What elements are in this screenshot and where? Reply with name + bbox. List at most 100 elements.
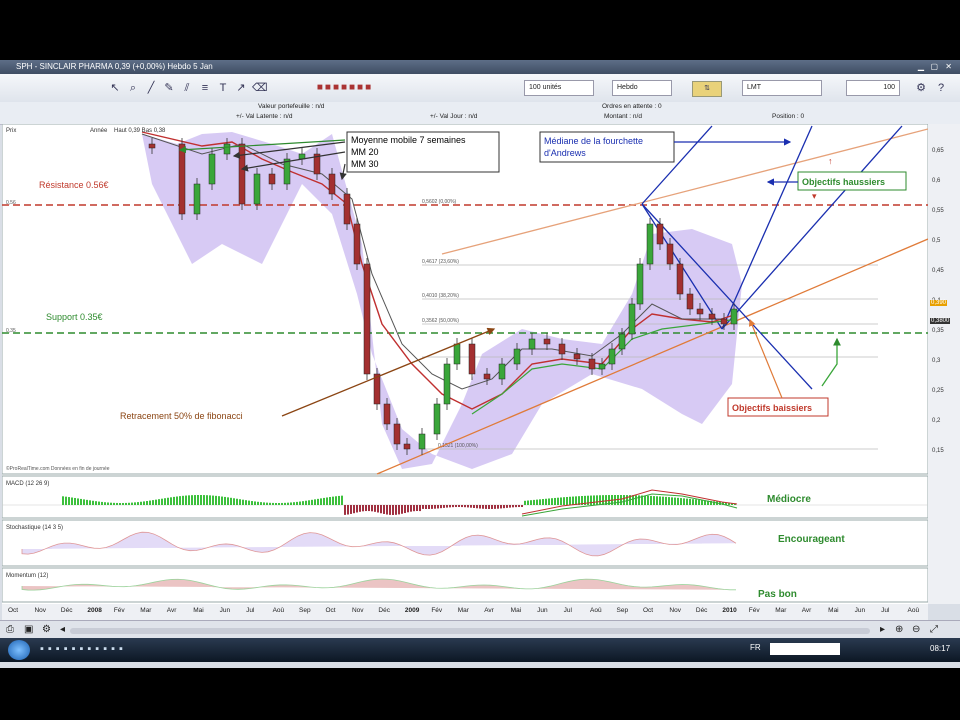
settings-icon[interactable]: ⚙ [914, 81, 928, 95]
time-axis-tick: 2008 [87, 607, 102, 614]
period-select[interactable]: Hebdo [612, 80, 672, 96]
candle-body [193, 183, 201, 215]
chart-area[interactable]: 0,5602 (0,00%) 0,4617 (23,60%) 0,4010 (3… [1, 123, 929, 604]
price-axis-tick: 0,55 [932, 208, 944, 214]
eraser-icon[interactable]: ⌫ [252, 81, 268, 95]
macd-bar [278, 502, 280, 505]
quick-launch-icons[interactable]: ▪▪▪▪▪▪▪▪▪▪▪ [40, 643, 250, 657]
order-type-select[interactable]: LMT [742, 80, 822, 96]
price-period-tag: Année [90, 128, 108, 134]
macd-bar [161, 498, 163, 505]
pencil-icon[interactable]: ✎ [162, 81, 176, 95]
quantity-select[interactable]: 100 unités [524, 80, 594, 96]
macd-bar [416, 505, 418, 512]
time-axis-tick: Nov [669, 607, 681, 614]
candle-body [513, 348, 521, 365]
ma-legend-line2: MM 20 [351, 147, 379, 157]
macd-bar [167, 497, 169, 505]
macd-bar [179, 496, 181, 505]
help-icon[interactable]: ? [934, 81, 948, 95]
macd-bar [80, 498, 82, 505]
macd-bar [263, 502, 265, 505]
macd-bar [98, 501, 100, 505]
macd-bar [566, 496, 568, 505]
price-axis-tick: 0,35 [932, 328, 944, 334]
channel-tool-icon[interactable]: ⫽ [180, 81, 194, 95]
macd-bar [443, 505, 445, 508]
macd-bar [503, 505, 505, 509]
macd-bar [500, 505, 502, 509]
stochastic-comment: Encourageant [778, 534, 845, 545]
target-down-marker: ▾ [812, 191, 817, 201]
chart-svg[interactable]: 0,5602 (0,00%) 0,4617 (23,60%) 0,4010 (3… [1, 123, 929, 604]
chart-settings-icon[interactable]: ⚙ [42, 624, 51, 635]
scroll-right-icon[interactable]: ▸ [880, 624, 885, 635]
macd-bar [158, 499, 160, 505]
candle-body [528, 338, 536, 350]
zoom-out-icon[interactable]: ⊖ [912, 624, 920, 635]
macd-bar [206, 495, 208, 505]
macd-bar [458, 505, 460, 508]
macd-bar [464, 505, 466, 508]
fibonacci-tool-icon[interactable]: ≡ [198, 81, 212, 95]
macd-bar [437, 505, 439, 509]
fib-label-3: 0,3562 (50,00%) [422, 318, 459, 324]
buy-sell-icon[interactable]: ⇅ [692, 81, 722, 97]
macd-bar [320, 498, 322, 505]
minimize-icon[interactable]: ▁ [918, 60, 924, 74]
print-icon[interactable]: ⎙ [6, 624, 14, 635]
scroll-left-icon[interactable]: ◂ [60, 624, 65, 635]
cursor-icon[interactable]: ↖ [108, 81, 122, 95]
resistance-label: Résistance 0.56€ [39, 180, 109, 190]
macd-bar [74, 497, 76, 505]
time-axis-tick: Jun [854, 607, 866, 614]
macd-bar [542, 499, 544, 505]
macd-bar [86, 499, 88, 505]
macd-bar [515, 505, 517, 508]
close-icon[interactable]: ✕ [945, 60, 952, 74]
candle-body [418, 433, 426, 450]
time-axis-tick: Avr [166, 607, 177, 614]
zoom-icon[interactable]: ⌕ [126, 81, 140, 95]
taskbar-search-input[interactable] [770, 643, 840, 655]
arrow-tool-icon[interactable]: ↗ [234, 81, 248, 95]
macd-bar [131, 502, 133, 505]
macd-bar [194, 495, 196, 505]
copyright-text: ©ProRealTime.com Données en fin de journ… [6, 465, 110, 472]
macd-bar [476, 505, 478, 509]
candle-body [393, 423, 401, 445]
macd-bar [110, 502, 112, 505]
macd-bar [683, 498, 685, 505]
macd-bar [305, 500, 307, 505]
macd-bar [467, 505, 469, 508]
language-indicator[interactable]: FR [750, 643, 761, 652]
andrews-label-line2: d'Andrews [544, 148, 586, 158]
macd-bar [512, 505, 514, 508]
macd-bar [224, 496, 226, 505]
order-quantity-input[interactable]: 100 [846, 80, 900, 96]
macd-bar [107, 502, 109, 505]
bearish-targets-label: Objectifs baissiers [732, 403, 812, 413]
macd-bar [446, 505, 448, 508]
line-tool-icon[interactable]: ╱ [144, 81, 158, 95]
text-tool-icon[interactable]: T [216, 81, 230, 95]
macd-bar [140, 501, 142, 505]
macd-bar [227, 497, 229, 505]
candle-body [383, 403, 391, 425]
macd-bar [164, 498, 166, 505]
drawing-palette[interactable]: ■■■■■■■ [290, 81, 400, 95]
macd-bar [632, 495, 634, 505]
macd-bar [119, 502, 121, 505]
zoom-in-icon[interactable]: ⊕ [895, 624, 903, 635]
fit-icon[interactable]: ⤢ [930, 624, 938, 635]
macd-bar [287, 502, 289, 505]
macd-bar [83, 499, 85, 505]
macd-bar [62, 496, 64, 505]
time-axis-tick: Mai [828, 607, 839, 614]
horizontal-scrollbar[interactable] [70, 628, 870, 634]
macd-bar [92, 500, 94, 505]
macd-bar [290, 502, 292, 505]
save-icon[interactable]: ▣ [24, 624, 33, 635]
start-button[interactable] [8, 640, 30, 660]
maximize-icon[interactable]: ▢ [930, 60, 938, 74]
